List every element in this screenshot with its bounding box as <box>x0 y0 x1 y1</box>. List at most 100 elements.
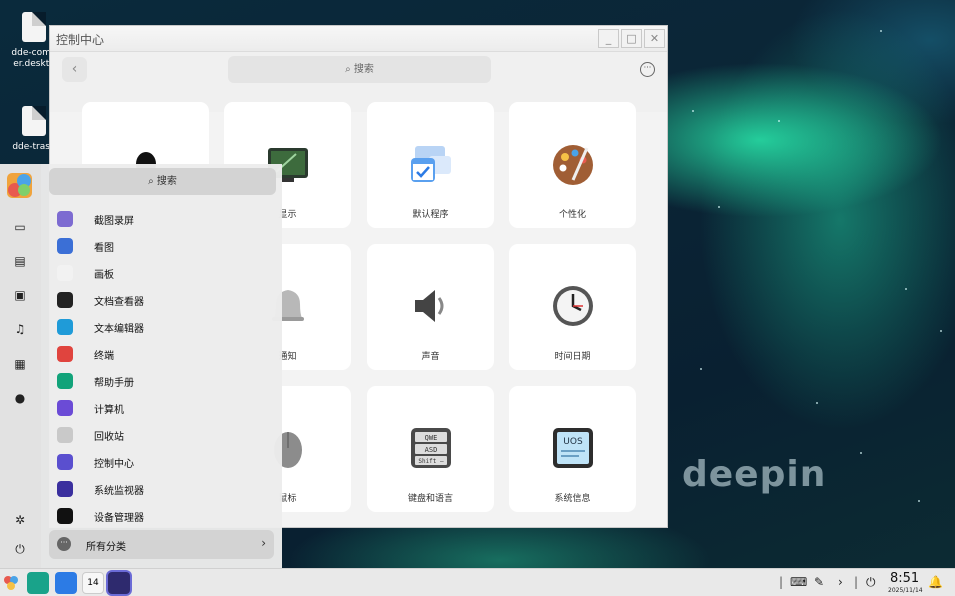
window-title: 控制中心 <box>56 33 105 47</box>
app-item[interactable]: 文档查看器 <box>49 287 276 314</box>
card-label: 声音 <box>421 352 440 362</box>
app-label: 终端 <box>94 351 114 362</box>
chevron-right-icon: › <box>261 536 266 550</box>
app-item[interactable]: 看图 <box>49 233 276 260</box>
taskbar: 14 | ⌨ ✎ › | ⏻ 8:51 2025/11/14 🔔 <box>0 568 955 596</box>
draw-icon <box>57 265 73 281</box>
app-label: 文档查看器 <box>94 297 144 308</box>
computer-icon <box>57 400 73 416</box>
clock-icon <box>553 286 593 326</box>
app-label: 看图 <box>94 243 114 254</box>
app-label: 设备管理器 <box>94 513 144 524</box>
system-info-badge: UOS <box>563 437 583 447</box>
calendar-icon[interactable]: 14 <box>82 572 104 594</box>
app-item[interactable]: 终端 <box>49 341 276 368</box>
search-icon: ⌕ <box>345 64 354 75</box>
logo-icon[interactable] <box>7 173 32 198</box>
monitor-icon[interactable]: ▭ <box>13 220 27 234</box>
app-label: 截图录屏 <box>94 216 134 227</box>
card-datetime[interactable]: 时间日期 <box>509 244 636 370</box>
video-icon[interactable]: ▦ <box>13 357 27 371</box>
tray-separator: | <box>779 575 784 589</box>
app-label: 回收站 <box>94 432 124 443</box>
card-keyboard-language[interactable]: QWE ASD Shift — 键盘和语言 <box>367 386 494 512</box>
screenshot-icon <box>57 211 73 227</box>
all-categories-label: 所有分类 <box>86 542 126 553</box>
file-manager-icon[interactable] <box>27 572 49 594</box>
app-item[interactable]: 文本编辑器 <box>49 314 276 341</box>
minimize-button[interactable]: _ <box>598 29 619 48</box>
search-input[interactable]: ⌕ 搜索 <box>228 56 491 83</box>
system-info-icon: UOS <box>553 428 593 468</box>
launcher-sidebar: ▭ ▤ ▣ ♫ ▦ ● ✲ ⏻ <box>0 164 41 568</box>
app-item[interactable]: 帮助手册 <box>49 368 276 395</box>
keyboard-keys-row-2: ASD <box>425 446 438 454</box>
card-system-info[interactable]: UOS 系统信息 <box>509 386 636 512</box>
card-label: 系统信息 <box>554 494 591 504</box>
app-item[interactable]: 截图录屏 <box>49 206 276 233</box>
terminal-icon <box>57 346 73 362</box>
keyboard-keys-row-3: Shift — <box>418 458 444 465</box>
personalization-icon <box>553 145 593 185</box>
document-viewer-icon <box>57 292 73 308</box>
pen-icon[interactable]: ✎ <box>814 575 824 589</box>
music-icon[interactable]: ♫ <box>13 322 27 336</box>
image-viewer-icon <box>57 238 73 254</box>
card-label: 键盘和语言 <box>407 494 453 504</box>
chevron-right-icon[interactable]: › <box>838 575 843 589</box>
search-placeholder: 搜索 <box>156 176 177 187</box>
file-icon <box>22 106 46 136</box>
file-icon <box>22 12 46 42</box>
card-label: 时间日期 <box>554 352 591 362</box>
back-button[interactable]: ‹ <box>62 57 87 82</box>
tray-separator: | <box>854 575 859 589</box>
control-center-icon <box>57 454 73 470</box>
app-launcher: ▭ ▤ ▣ ♫ ▦ ● ✲ ⏻ ⌕ 搜索 截图录屏看图画板文档查看器文本编辑器终… <box>0 164 282 568</box>
app-label: 画板 <box>94 270 114 281</box>
card-sound[interactable]: 声音 <box>367 244 494 370</box>
app-item[interactable]: 系统监视器 <box>49 476 276 503</box>
app-item[interactable]: 控制中心 <box>49 449 276 476</box>
app-label: 文本编辑器 <box>94 324 144 335</box>
close-button[interactable]: ✕ <box>644 29 665 48</box>
card-label: 个性化 <box>558 210 586 220</box>
keyboard-icon: QWE ASD Shift — <box>411 428 451 468</box>
app-item[interactable]: 回收站 <box>49 422 276 449</box>
card-default-apps[interactable]: 默认程序 <box>367 102 494 228</box>
picture-icon[interactable]: ▣ <box>13 288 27 302</box>
deepin-watermark: deepin <box>682 454 827 495</box>
keyboard-icon[interactable]: ⌨ <box>790 575 807 589</box>
power-icon[interactable]: ⏻ <box>13 542 27 556</box>
app-store-icon[interactable] <box>55 572 77 594</box>
app-label: 帮助手册 <box>94 378 134 389</box>
document-icon[interactable]: ▤ <box>13 254 27 268</box>
launcher-search-input[interactable]: ⌕ 搜索 <box>49 168 276 195</box>
window-titlebar[interactable]: 控制中心 _ □ ✕ <box>50 26 667 52</box>
clock-time[interactable]: 8:51 <box>890 571 919 586</box>
control-center-icon[interactable] <box>108 572 130 594</box>
power-icon[interactable]: ⏻ <box>866 575 876 590</box>
app-label: 控制中心 <box>94 459 134 470</box>
settings-icon[interactable]: ✲ <box>13 513 27 527</box>
app-item[interactable]: 计算机 <box>49 395 276 422</box>
search-icon: ⌕ <box>148 176 157 187</box>
search-placeholder: 搜索 <box>353 64 374 75</box>
text-editor-icon <box>57 319 73 335</box>
speaker-icon <box>415 290 444 322</box>
card-personalization[interactable]: 个性化 <box>509 102 636 228</box>
app-label: 计算机 <box>94 405 124 416</box>
manual-icon <box>57 373 73 389</box>
launcher-icon[interactable] <box>1 572 21 594</box>
download-icon[interactable]: ● <box>13 391 27 405</box>
default-apps-icon <box>411 146 451 182</box>
notification-bell-icon[interactable]: 🔔 <box>928 575 943 589</box>
app-item[interactable]: 设备管理器 <box>49 503 276 530</box>
app-label: 系统监视器 <box>94 486 144 497</box>
all-categories-button[interactable]: ··· 所有分类 › <box>49 530 274 559</box>
clock-date: 2025/11/14 <box>888 587 923 594</box>
more-options-button[interactable]: ··· <box>640 62 655 77</box>
device-manager-icon <box>57 508 73 524</box>
card-label: 默认程序 <box>412 210 449 220</box>
maximize-button[interactable]: □ <box>621 29 642 48</box>
app-item[interactable]: 画板 <box>49 260 276 287</box>
